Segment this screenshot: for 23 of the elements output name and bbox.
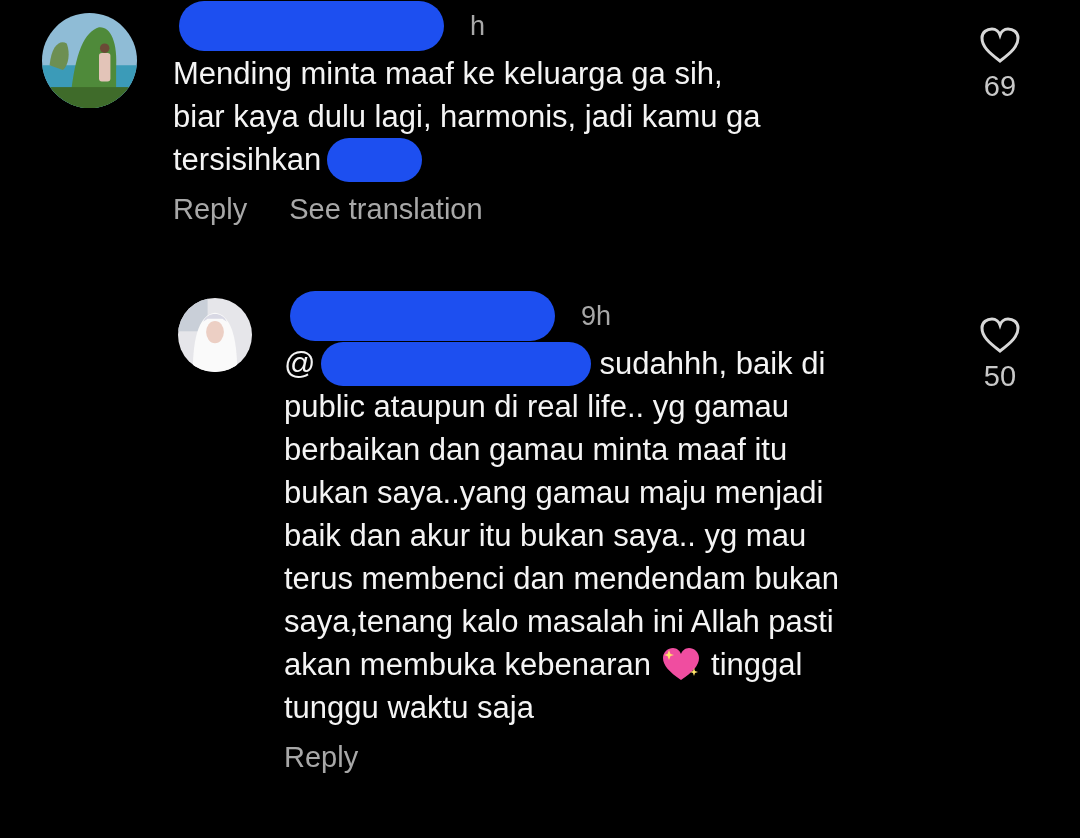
comment-text: public ataupun di real life.. yg gamau xyxy=(284,388,789,425)
reply-link[interactable]: Reply xyxy=(284,741,359,774)
comment-text: @ xyxy=(284,345,316,382)
comment-text: bukan saya..yang gamau maju menjadi xyxy=(284,474,824,511)
reply-link[interactable]: Reply xyxy=(173,193,248,226)
heart-icon[interactable] xyxy=(979,26,1021,64)
translation-link[interactable]: See translation xyxy=(289,193,483,226)
comment-text: Mending minta maaf ke keluarga ga sih, xyxy=(173,55,723,92)
comment-text: berbaikan dan gamau minta maaf itu xyxy=(284,431,788,468)
comment-time: h xyxy=(470,10,486,42)
heart-icon[interactable] xyxy=(979,316,1021,354)
comment-text: tinggal xyxy=(711,646,803,683)
comment-text: terus membenci dan mendendam bukan xyxy=(284,560,839,597)
comment-text: saya,tenang kalo masalah ini Allah pasti xyxy=(284,603,834,640)
like-count: 50 xyxy=(983,360,1017,393)
comment-text: sudahhh, baik di xyxy=(599,345,826,382)
like-count: 69 xyxy=(983,70,1017,103)
comment-text: tunggu waktu saja xyxy=(284,689,534,726)
comment-time: 9h xyxy=(581,300,612,332)
comment-text: biar kaya dulu lagi, harmonis, jadi kamu ga xyxy=(173,98,761,135)
comment-text: tersisihkan xyxy=(173,141,322,178)
comment-text: akan membuka kebenaran xyxy=(284,646,652,683)
comment-text: baik dan akur itu bukan saya.. yg mau xyxy=(284,517,807,554)
